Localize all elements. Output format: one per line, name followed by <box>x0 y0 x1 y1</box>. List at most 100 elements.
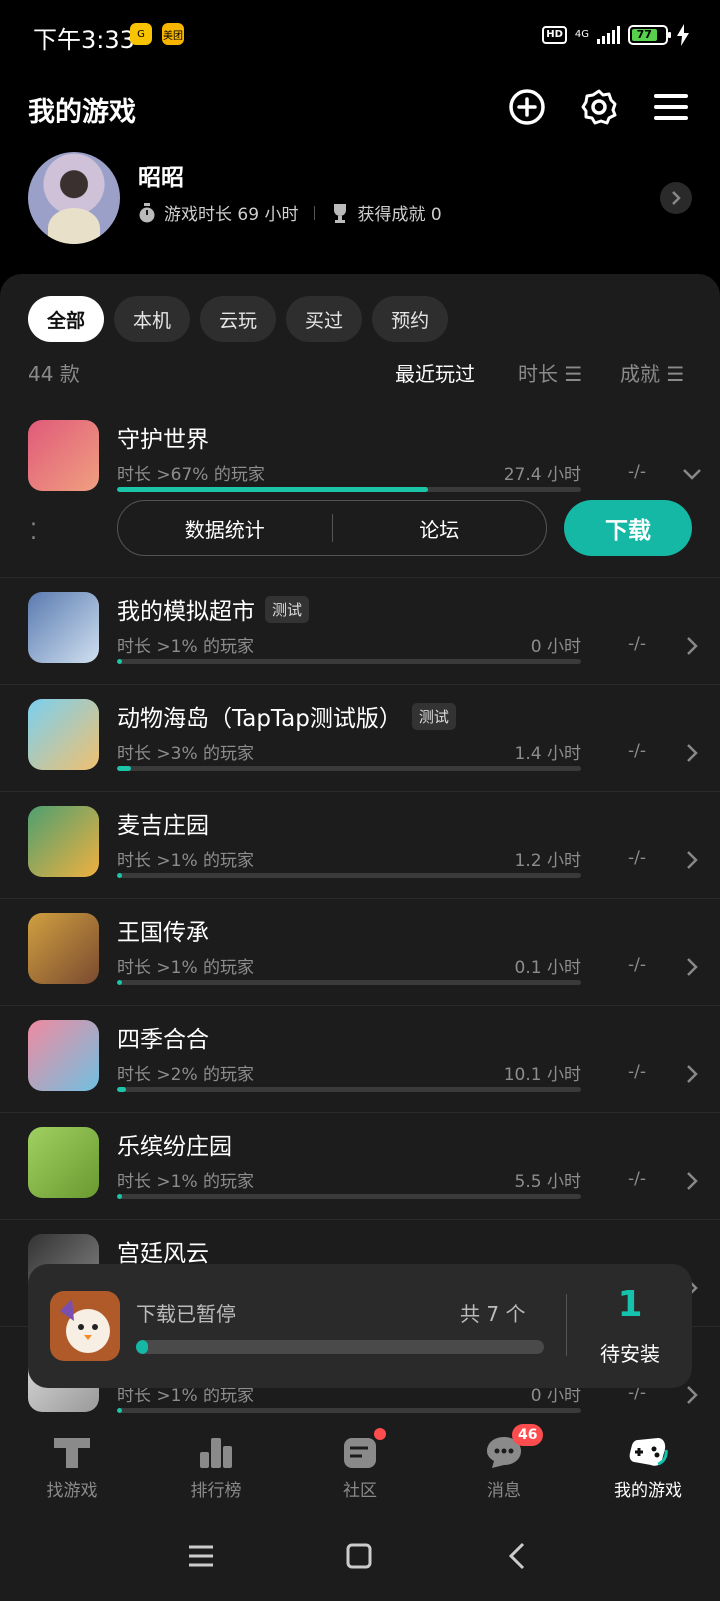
achievement-progress: -/- <box>628 955 646 975</box>
game-icon[interactable] <box>28 1127 99 1198</box>
tab-label: 我的游戏 <box>614 1481 682 1501</box>
tab-my-games[interactable]: 我的游戏 <box>576 1414 720 1510</box>
game-icon[interactable] <box>28 806 99 877</box>
battery-level: 77 <box>632 29 657 41</box>
achievement-progress: -/- <box>628 1062 646 1082</box>
playtime-hours: 10.1 小时 <box>503 1065 581 1085</box>
chevron-right-icon[interactable] <box>680 1169 704 1193</box>
filter-chips: 全部 本机 云玩 买过 预约 <box>28 296 449 342</box>
chevron-right-icon[interactable] <box>680 848 704 872</box>
game-row[interactable]: 四季合合 时长 >2% 的玩家 10.1 小时 -/- <box>0 1006 720 1113</box>
game-name: 我的模拟超市 测试 <box>117 592 310 626</box>
chevron-right-icon[interactable] <box>680 741 704 765</box>
game-count: 44 款 <box>28 362 80 386</box>
achievement-progress: -/- <box>628 462 646 482</box>
recents-icon[interactable] <box>181 1536 221 1576</box>
profile-stats: 游戏时长 69 小时 获得成就 0 <box>138 200 442 225</box>
game-row[interactable]: 动物海岛（TapTap测试版） 测试 时长 >3% 的玩家 1.4 小时 -/- <box>0 685 720 792</box>
game-row[interactable]: 麦吉庄园 时长 >1% 的玩家 1.2 小时 -/- <box>0 792 720 899</box>
game-name: 四季合合 <box>117 1027 209 1053</box>
filter-reserved[interactable]: 预约 <box>372 296 449 342</box>
playtime-progress <box>117 980 581 985</box>
page-title: 我的游戏 <box>28 97 136 128</box>
profile-chevron-icon[interactable] <box>660 182 692 214</box>
filter-local[interactable]: 本机 <box>114 296 191 342</box>
message-badge: 46 <box>512 1424 544 1446</box>
tab-label: 找游戏 <box>46 1481 98 1501</box>
stats-button[interactable]: 数据统计 <box>118 514 332 543</box>
back-icon[interactable] <box>497 1536 537 1576</box>
download-status: 下载已暂停 <box>136 1302 236 1326</box>
tab-find-games[interactable]: 找游戏 <box>0 1414 144 1510</box>
sort-icon: ☰ <box>666 362 685 386</box>
game-row[interactable]: 我的模拟超市 测试 时长 >1% 的玩家 0 小时 -/- <box>0 578 720 685</box>
playtime-progress <box>117 873 581 878</box>
tab-ranking[interactable]: 排行榜 <box>144 1414 288 1510</box>
playtime-rank: 时长 >1% 的玩家 <box>117 1172 255 1192</box>
pending-install-count: 1 <box>617 1284 643 1325</box>
chevron-down-icon[interactable] <box>680 462 704 486</box>
profile-card[interactable]: 昭昭 游戏时长 69 小时 获得成就 0 <box>28 152 692 244</box>
battery-icon: 77 <box>628 25 671 45</box>
chevron-right-icon[interactable] <box>680 1062 704 1086</box>
sort-achievement[interactable]: 成就 ☰ <box>620 358 684 387</box>
game-icon[interactable] <box>28 592 99 663</box>
playtime-hours: 5.5 小时 <box>514 1172 581 1192</box>
sort-duration[interactable]: 时长 ☰ <box>518 358 582 387</box>
app-notification-icon: G <box>130 23 152 45</box>
beta-tag: 测试 <box>265 595 310 623</box>
download-total: 共 7 个 <box>460 1302 526 1326</box>
playtime-rank: 时长 >1% 的玩家 <box>117 637 255 657</box>
sort-recent[interactable]: 最近玩过 <box>395 358 475 387</box>
home-icon[interactable] <box>339 1536 379 1576</box>
playtime-hours: 1.2 小时 <box>514 851 581 871</box>
tab-label: 社区 <box>343 1481 377 1501</box>
tab-label: 消息 <box>487 1481 521 1501</box>
gear-icon[interactable] <box>580 88 618 126</box>
stopwatch-icon <box>139 202 155 222</box>
game-row[interactable]: 守护世界 时长 >67% 的玩家 27.4 小时 -/- <box>0 406 720 513</box>
game-icon[interactable] <box>28 913 99 984</box>
status-indicators: HD 4G 77 <box>542 22 690 48</box>
chevron-right-icon[interactable] <box>680 634 704 658</box>
achievement-progress: -/- <box>628 1169 646 1189</box>
community-badge <box>374 1428 386 1440</box>
forum-button[interactable]: 论坛 <box>333 514 547 543</box>
beta-tag: 测试 <box>411 702 456 730</box>
add-circle-icon[interactable] <box>508 88 546 126</box>
game-row[interactable]: 王国传承 时长 >1% 的玩家 0.1 小时 -/- <box>0 899 720 1006</box>
pending-install-label: 待安装 <box>600 1342 660 1366</box>
playtime-hours: 0.1 小时 <box>514 958 581 978</box>
game-icon[interactable] <box>28 699 99 770</box>
filter-cloud[interactable]: 云玩 <box>200 296 277 342</box>
status-bar: 下午3:33 G 美团 HD 4G 77 <box>0 0 720 70</box>
bottom-tab-bar: 找游戏 排行榜 社区 46 消息 我的游戏 <box>0 1414 720 1510</box>
chevron-right-icon[interactable] <box>680 1383 704 1407</box>
download-progress <box>136 1340 544 1354</box>
playtime-progress <box>117 1408 581 1413</box>
header-actions <box>508 88 690 126</box>
game-icon[interactable] <box>28 420 99 491</box>
filter-all[interactable]: 全部 <box>28 296 105 342</box>
game-name: 动物海岛（TapTap测试版） 测试 <box>117 699 456 733</box>
avatar[interactable] <box>28 152 120 244</box>
more-icon[interactable]: ⁚ <box>30 520 37 545</box>
game-row[interactable]: 乐缤纷庄园 时长 >1% 的玩家 5.5 小时 -/- <box>0 1113 720 1220</box>
game-icon[interactable] <box>28 1020 99 1091</box>
filter-purchased[interactable]: 买过 <box>286 296 363 342</box>
playtime-progress <box>117 766 581 771</box>
chevron-right-icon[interactable] <box>680 955 704 979</box>
playtime-progress <box>117 487 581 492</box>
playtime-rank: 时长 >3% 的玩家 <box>117 744 255 764</box>
achievement-text: 获得成就 0 <box>357 205 442 225</box>
tab-messages[interactable]: 46 消息 <box>432 1414 576 1510</box>
playtime-text: 游戏时长 69 小时 <box>164 205 299 225</box>
playtime-hours: 1.4 小时 <box>514 744 581 764</box>
menu-icon[interactable] <box>652 88 690 126</box>
tab-community[interactable]: 社区 <box>288 1414 432 1510</box>
download-button[interactable]: 下载 <box>564 500 692 556</box>
download-manager-card[interactable]: 下载已暂停 共 7 个 1 待安装 <box>28 1264 692 1388</box>
playtime-hours: 27.4 小时 <box>503 465 581 485</box>
username: 昭昭 <box>138 165 184 191</box>
game-name: 守护世界 <box>117 427 209 453</box>
